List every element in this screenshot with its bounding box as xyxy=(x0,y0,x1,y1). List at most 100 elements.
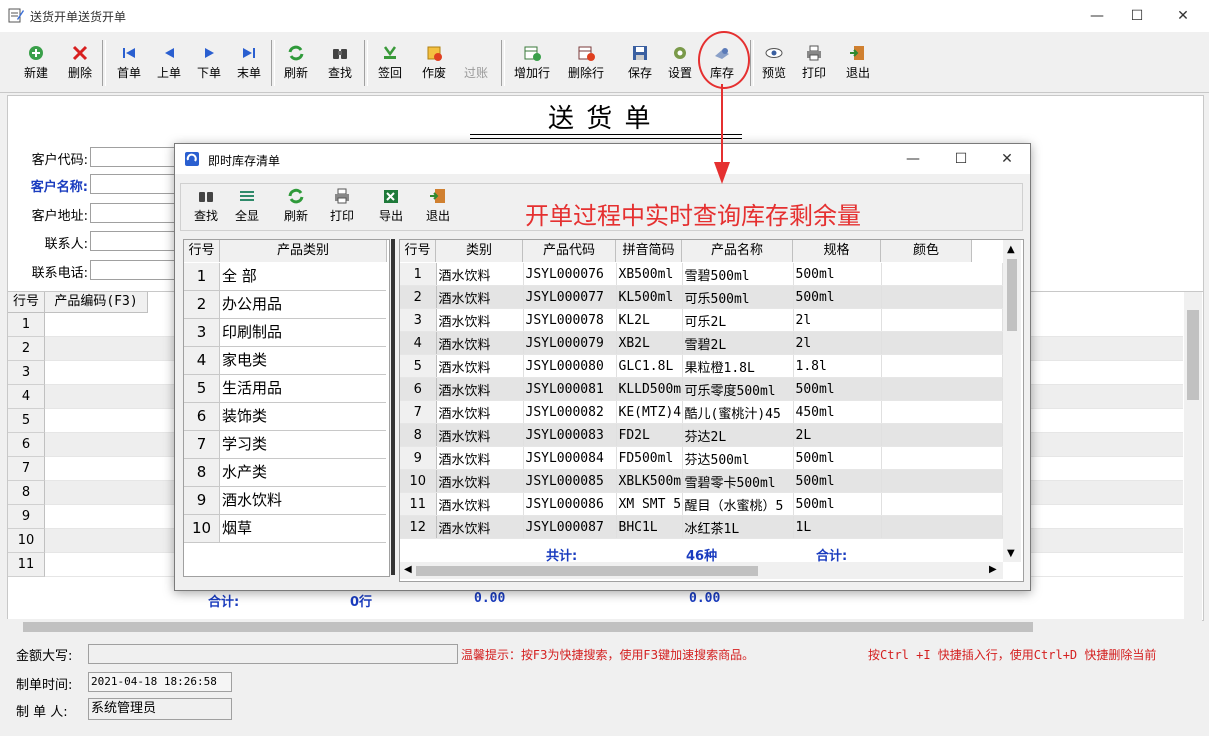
find-button[interactable]: 查找 xyxy=(324,44,356,81)
product-hscrollbar[interactable]: ◀ ▶ xyxy=(400,562,1003,579)
next-button[interactable]: 下单 xyxy=(193,44,225,81)
annotation-text: 开单过程中实时查询库存剩余量 xyxy=(525,202,861,230)
table-row[interactable]: 8 酒水饮料 JSYL000083 FD2L 芬达2L 2L xyxy=(400,423,1003,447)
table-row[interactable]: 7 酒水饮料 JSYL000082 KE(MTZ)4 酷儿(蜜桃汁)45 450ml xyxy=(400,400,1003,424)
grid-row-number[interactable]: 10 xyxy=(8,529,45,553)
table-row[interactable]: 5 酒水饮料 JSYL000080 GLC1.8L 果粒橙1.8L 1.8l xyxy=(400,354,1003,378)
grid-vscroll-thumb[interactable] xyxy=(1187,310,1199,400)
table-row[interactable]: 1 酒水饮料 JSYL000076 XB500ml 雪碧500ml 500ml xyxy=(400,263,1003,286)
annotation-arrow xyxy=(714,84,730,184)
cell-spec: 500ml xyxy=(793,446,882,470)
cell-rowno: 8 xyxy=(400,423,437,447)
cell-rowno: 4 xyxy=(400,331,437,355)
product-hscroll-thumb[interactable] xyxy=(416,566,758,576)
cell-type: 酒水饮料 xyxy=(436,423,524,447)
scroll-up-icon[interactable]: ▲ xyxy=(1007,244,1015,255)
cell-name: 雪碧2L xyxy=(682,331,794,355)
category-item[interactable]: 8 水产类 xyxy=(184,459,386,487)
preview-button[interactable]: 预览 xyxy=(758,44,790,81)
category-row-number: 8 xyxy=(184,459,220,486)
cell-type: 酒水饮料 xyxy=(436,285,524,309)
grid-row-number[interactable]: 6 xyxy=(8,433,45,457)
new-button[interactable]: 新建 xyxy=(20,44,52,81)
post-button[interactable]: 过账 xyxy=(460,64,492,81)
signback-icon xyxy=(383,46,397,59)
close-button[interactable]: ✕ xyxy=(1160,0,1206,32)
dialog-export-button[interactable]: 导出 xyxy=(376,188,406,224)
customer-address-input[interactable] xyxy=(90,203,182,223)
table-row[interactable]: 4 酒水饮料 JSYL000079 XB2L 雪碧2L 2l xyxy=(400,331,1003,355)
grid-row-number[interactable]: 3 xyxy=(8,361,45,385)
doc-title: 送 货 单 xyxy=(548,104,653,134)
table-row[interactable]: 10 酒水饮料 JSYL000085 XBLK500m 雪碧零卡500ml 500ml xyxy=(400,469,1003,493)
scroll-down-icon[interactable]: ▼ xyxy=(1007,548,1015,559)
grid-vscrollbar[interactable] xyxy=(1184,292,1202,619)
dialog-exit-button[interactable]: 退出 xyxy=(423,188,453,224)
customer-name-input[interactable] xyxy=(90,174,182,194)
dialog-minimize-button[interactable]: — xyxy=(893,144,933,174)
grid-row-number[interactable]: 1 xyxy=(8,313,45,337)
category-item[interactable]: 4 家电类 xyxy=(184,347,386,375)
delete-row-button[interactable]: 删除行 xyxy=(564,44,608,81)
product-vscrollbar[interactable]: ▲ ▼ xyxy=(1003,240,1021,562)
cat-header-rowno: 行号 xyxy=(184,240,220,262)
exit-button[interactable]: 退出 xyxy=(842,44,874,81)
excel-icon xyxy=(384,190,398,203)
table-row[interactable]: 9 酒水饮料 JSYL000084 FD500ml 芬达500ml 500ml xyxy=(400,446,1003,470)
category-item[interactable]: 2 办公用品 xyxy=(184,291,386,319)
void-button[interactable]: 作废 xyxy=(418,44,450,81)
grid-hscroll-thumb[interactable] xyxy=(23,622,1033,632)
delete-button[interactable]: 删除 xyxy=(64,44,96,81)
category-item[interactable]: 7 学习类 xyxy=(184,431,386,459)
grid-row-number[interactable]: 9 xyxy=(8,505,45,529)
category-label: 办公用品 xyxy=(222,295,283,313)
highlight-circle xyxy=(698,31,750,89)
table-row[interactable]: 3 酒水饮料 JSYL000078 KL2L 可乐2L 2l xyxy=(400,308,1003,332)
grid-row-number[interactable]: 4 xyxy=(8,385,45,409)
toolbar-separator xyxy=(364,40,368,86)
dialog-print-button[interactable]: 打印 xyxy=(327,188,357,224)
category-item[interactable]: 6 装饰类 xyxy=(184,403,386,431)
category-item[interactable]: 9 酒水饮料 xyxy=(184,487,386,515)
category-item[interactable]: 10 烟草 xyxy=(184,515,386,543)
grid-row-number[interactable]: 5 xyxy=(8,409,45,433)
table-row[interactable]: 6 酒水饮料 JSYL000081 KLLD500m 可乐零度500ml 500ml xyxy=(400,377,1003,401)
signback-button[interactable]: 签回 xyxy=(374,44,406,81)
grid-row-number[interactable]: 7 xyxy=(8,457,45,481)
contact-input[interactable] xyxy=(90,231,182,251)
customer-code-input[interactable] xyxy=(90,147,182,167)
category-item[interactable]: 1全 部 xyxy=(184,263,386,291)
dialog-showall-button[interactable]: 全显 xyxy=(232,188,262,224)
refresh-button[interactable]: 刷新 xyxy=(280,44,312,81)
maximize-button[interactable]: ☐ xyxy=(1114,0,1160,32)
first-button[interactable]: 首单 xyxy=(113,44,145,81)
table-row[interactable]: 11 酒水饮料 JSYL000086 XM SMT 5 醒目（水蜜桃）5 500ml xyxy=(400,492,1003,516)
phone-input[interactable] xyxy=(90,260,182,280)
last-button[interactable]: 末单 xyxy=(233,44,265,81)
scroll-left-icon[interactable]: ◀ xyxy=(404,564,412,575)
grid-hscrollbar[interactable] xyxy=(7,619,1202,635)
toolbar-separator xyxy=(271,40,275,86)
add-row-button[interactable]: 增加行 xyxy=(510,44,554,81)
panel-splitter[interactable] xyxy=(391,239,395,575)
category-item[interactable]: 3 印刷制品 xyxy=(184,319,386,347)
stock-dialog-titlebar: 即时库存清单 — ☐ ✕ xyxy=(175,144,1030,174)
prev-button[interactable]: 上单 xyxy=(153,44,185,81)
grid-row-number[interactable]: 11 xyxy=(8,553,45,577)
dialog-find-button[interactable]: 查找 xyxy=(191,188,221,224)
print-button[interactable]: 打印 xyxy=(798,44,830,81)
dialog-refresh-button[interactable]: 刷新 xyxy=(281,188,311,224)
category-row-number: 9 xyxy=(184,487,220,514)
table-row[interactable]: 12 酒水饮料 JSYL000087 BHC1L 冰红茶1L 1L xyxy=(400,515,1003,539)
table-row[interactable]: 2 酒水饮料 JSYL000077 KL500ml 可乐500ml 500ml xyxy=(400,285,1003,309)
category-item[interactable]: 5 生活用品 xyxy=(184,375,386,403)
contact-label: 联系人: xyxy=(44,237,88,252)
product-vscroll-thumb[interactable] xyxy=(1007,259,1017,331)
dialog-maximize-button[interactable]: ☐ xyxy=(941,144,981,174)
save-button[interactable]: 保存 xyxy=(624,44,656,81)
grid-row-number[interactable]: 8 xyxy=(8,481,45,505)
scroll-right-icon[interactable]: ▶ xyxy=(989,564,997,575)
dialog-close-button[interactable]: ✕ xyxy=(987,144,1027,174)
settings-button[interactable]: 设置 xyxy=(664,44,696,81)
grid-row-number[interactable]: 2 xyxy=(8,337,45,361)
